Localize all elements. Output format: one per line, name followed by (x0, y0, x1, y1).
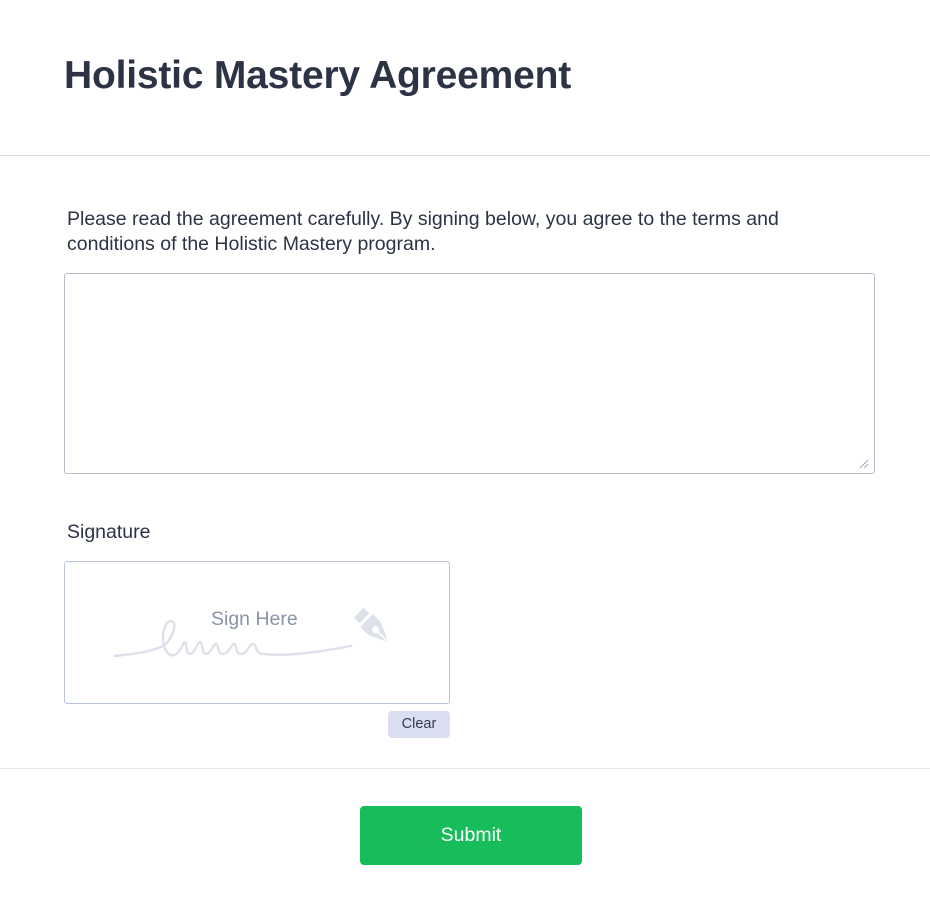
signature-label: Signature (67, 521, 151, 543)
submit-button[interactable]: Submit (360, 806, 582, 865)
resize-grip-icon[interactable] (857, 457, 869, 469)
form-header: Holistic Mastery Agreement (0, 0, 930, 156)
pen-nib-icon (354, 608, 389, 643)
signature-pad[interactable]: Sign Here (64, 561, 450, 704)
sign-here-placeholder: Sign Here (211, 608, 298, 630)
page-title: Holistic Mastery Agreement (64, 54, 572, 97)
agreement-intro-text: Please read the agreement carefully. By … (67, 208, 779, 255)
clear-signature-button[interactable]: Clear (388, 711, 450, 738)
form-page: Holistic Mastery Agreement Please read t… (0, 0, 930, 915)
agreement-textarea[interactable] (64, 273, 875, 474)
footer-divider (0, 768, 930, 769)
